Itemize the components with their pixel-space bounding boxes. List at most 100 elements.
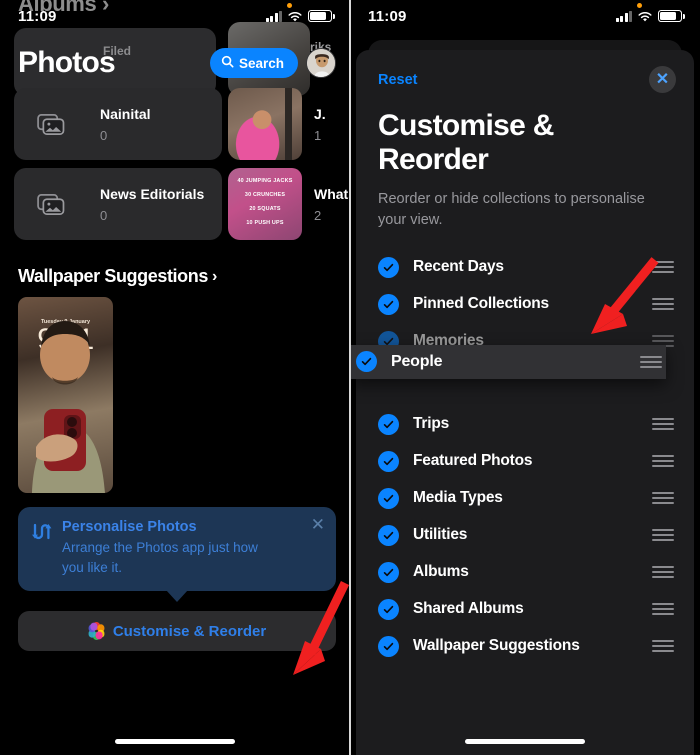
battery-icon bbox=[658, 10, 685, 22]
drag-handle-icon[interactable] bbox=[640, 355, 662, 368]
reset-button[interactable]: Reset bbox=[378, 72, 418, 88]
albums-row: Nainital 0 J. 1 bbox=[0, 88, 350, 160]
baby-photo-thumbnail bbox=[228, 88, 302, 160]
collection-row-trips[interactable]: Trips bbox=[356, 406, 694, 443]
signal-bars-icon bbox=[615, 10, 632, 22]
reorder-arrows-icon bbox=[30, 519, 52, 577]
magnifier-icon bbox=[221, 55, 234, 71]
collection-row-pinned-collections[interactable]: Pinned Collections bbox=[356, 286, 694, 323]
albums-row: News Editorials 0 40 JUMPING JACKS 30 CR… bbox=[0, 168, 350, 240]
search-label: Search bbox=[238, 55, 284, 71]
privacy-indicator-dot bbox=[287, 3, 292, 8]
workout-poster-thumbnail: 40 JUMPING JACKS 30 CRUNCHES 20 SQUATS 1… bbox=[228, 168, 302, 240]
checkmark-circle-icon[interactable] bbox=[378, 413, 399, 435]
screenshot-divider bbox=[349, 0, 351, 755]
customise-and-reorder-button[interactable]: Customise & Reorder bbox=[18, 611, 336, 652]
album-count: 0 bbox=[100, 207, 108, 223]
drag-handle-icon[interactable] bbox=[652, 418, 674, 431]
status-bar-time: 11:09 bbox=[368, 7, 407, 25]
album-name: Nainital bbox=[100, 105, 151, 122]
collection-label: Wallpaper Suggestions bbox=[413, 637, 580, 655]
drag-handle-icon[interactable] bbox=[652, 298, 674, 311]
chevron-right-icon: › bbox=[211, 267, 217, 285]
section-header-wallpaper-suggestions[interactable]: Wallpaper Suggestions › bbox=[0, 248, 350, 297]
wallpaper-preview-card[interactable]: Tuesday 9 January 9:41 bbox=[18, 297, 113, 493]
workout-line: 10 PUSH UPS bbox=[246, 220, 284, 226]
drag-handle-icon[interactable] bbox=[652, 566, 674, 579]
drag-handle-icon[interactable] bbox=[652, 492, 674, 505]
page-title: Photos bbox=[18, 46, 116, 79]
sheet-toolbar: Reset ✕ bbox=[356, 50, 694, 97]
tip-body: Arrange the Photos app just how you like… bbox=[62, 540, 258, 575]
status-bar-left: 11:09 bbox=[0, 0, 350, 32]
battery-icon bbox=[308, 10, 335, 22]
collection-label: Pinned Collections bbox=[413, 295, 549, 313]
checkmark-circle-icon[interactable] bbox=[378, 487, 399, 509]
photo-stack-icon bbox=[14, 168, 88, 240]
personalise-photos-tip: Personalise Photos Arrange the Photos ap… bbox=[18, 507, 336, 603]
collection-label: Media Types bbox=[413, 489, 503, 507]
collection-label: Featured Photos bbox=[413, 452, 533, 470]
sheet-subtitle: Reorder or hide collections to personali… bbox=[378, 191, 645, 228]
albums-grid: Nainital 0 J. 1 News Editorials 0 40 JUM… bbox=[0, 88, 350, 240]
drag-handle-icon[interactable] bbox=[652, 640, 674, 653]
collection-label: Shared Albums bbox=[413, 600, 524, 618]
drag-handle-icon[interactable] bbox=[652, 529, 674, 542]
right-screen-customise-sheet: 11:09 Reset ✕ Customise & Reorder Reorde… bbox=[350, 0, 700, 755]
album-card-news-editorials[interactable]: News Editorials 0 bbox=[14, 168, 222, 240]
album-name: Whats bbox=[314, 185, 350, 202]
workout-line: 30 CRUNCHES bbox=[244, 192, 286, 198]
collection-label: Trips bbox=[413, 415, 450, 433]
checkmark-circle-icon[interactable] bbox=[378, 524, 399, 546]
album-count: 2 bbox=[314, 207, 322, 223]
album-count: 1 bbox=[314, 127, 322, 143]
collection-row-people-dragging[interactable]: People bbox=[350, 344, 666, 379]
avatar[interactable] bbox=[306, 48, 336, 78]
album-name: News Editorials bbox=[100, 185, 205, 202]
collection-label: Utilities bbox=[413, 526, 468, 544]
drag-handle-icon[interactable] bbox=[652, 455, 674, 468]
collection-label: People bbox=[391, 352, 443, 370]
album-card-whats[interactable]: 40 JUMPING JACKS 30 CRUNCHES 20 SQUATS 1… bbox=[228, 168, 350, 240]
drag-handle-icon[interactable] bbox=[652, 603, 674, 616]
customise-and-reorder-label: Customise & Reorder bbox=[112, 622, 267, 640]
two-phone-screenshots: Albums › 11:09 Filed riks Photos Search … bbox=[0, 0, 700, 755]
home-indicator-left bbox=[115, 739, 235, 744]
checkmark-circle-icon[interactable] bbox=[378, 293, 399, 315]
photos-header: Photos Search bbox=[0, 32, 350, 88]
album-count: 0 bbox=[100, 127, 108, 143]
collection-row-featured-photos[interactable]: Featured Photos bbox=[356, 443, 694, 480]
wallpaper-suggestions-strip: Tuesday 9 January 9:41 bbox=[0, 297, 350, 493]
workout-line: 20 SQUATS bbox=[249, 206, 281, 212]
checkmark-circle-icon[interactable] bbox=[378, 256, 399, 278]
collection-row-media-types[interactable]: Media Types bbox=[356, 480, 694, 517]
collection-row-recent-days[interactable]: Recent Days bbox=[356, 249, 694, 286]
customise-reorder-sheet: Reset ✕ Customise & Reorder Reorder or h… bbox=[350, 50, 694, 755]
drag-handle-icon[interactable] bbox=[652, 261, 674, 274]
home-indicator-right bbox=[465, 739, 585, 744]
search-button[interactable]: Search bbox=[209, 48, 298, 78]
sheet-title: Customise & Reorder bbox=[378, 109, 554, 177]
wifi-icon bbox=[637, 10, 653, 22]
collection-row-wallpaper-suggestions[interactable]: Wallpaper Suggestions bbox=[356, 628, 694, 665]
signal-bars-icon bbox=[265, 10, 282, 22]
checkmark-circle-icon[interactable] bbox=[378, 561, 399, 583]
collection-label: Albums bbox=[413, 563, 469, 581]
album-card-j[interactable]: J. 1 bbox=[228, 88, 350, 160]
album-card-nainital[interactable]: Nainital 0 bbox=[14, 88, 222, 160]
checkmark-circle-icon[interactable] bbox=[378, 450, 399, 472]
collection-row-albums[interactable]: Albums bbox=[356, 554, 694, 591]
status-bar-right: 11:09 bbox=[350, 0, 700, 32]
close-icon[interactable]: ✕ bbox=[649, 66, 676, 93]
status-bar-time: 11:09 bbox=[18, 7, 57, 25]
collection-row-utilities[interactable]: Utilities bbox=[356, 517, 694, 554]
photo-stack-icon bbox=[14, 88, 88, 160]
close-icon[interactable]: ✕ bbox=[311, 516, 325, 533]
collection-label: Recent Days bbox=[413, 258, 504, 276]
collection-row-shared-albums[interactable]: Shared Albums bbox=[356, 591, 694, 628]
checkmark-circle-icon[interactable] bbox=[378, 598, 399, 620]
checkmark-circle-icon[interactable] bbox=[356, 351, 377, 373]
collections-list: Recent Days Pinned Collections Memories bbox=[350, 249, 694, 665]
checkmark-circle-icon[interactable] bbox=[378, 635, 399, 657]
left-screen-photos-app: Albums › 11:09 Filed riks Photos Search … bbox=[0, 0, 350, 755]
